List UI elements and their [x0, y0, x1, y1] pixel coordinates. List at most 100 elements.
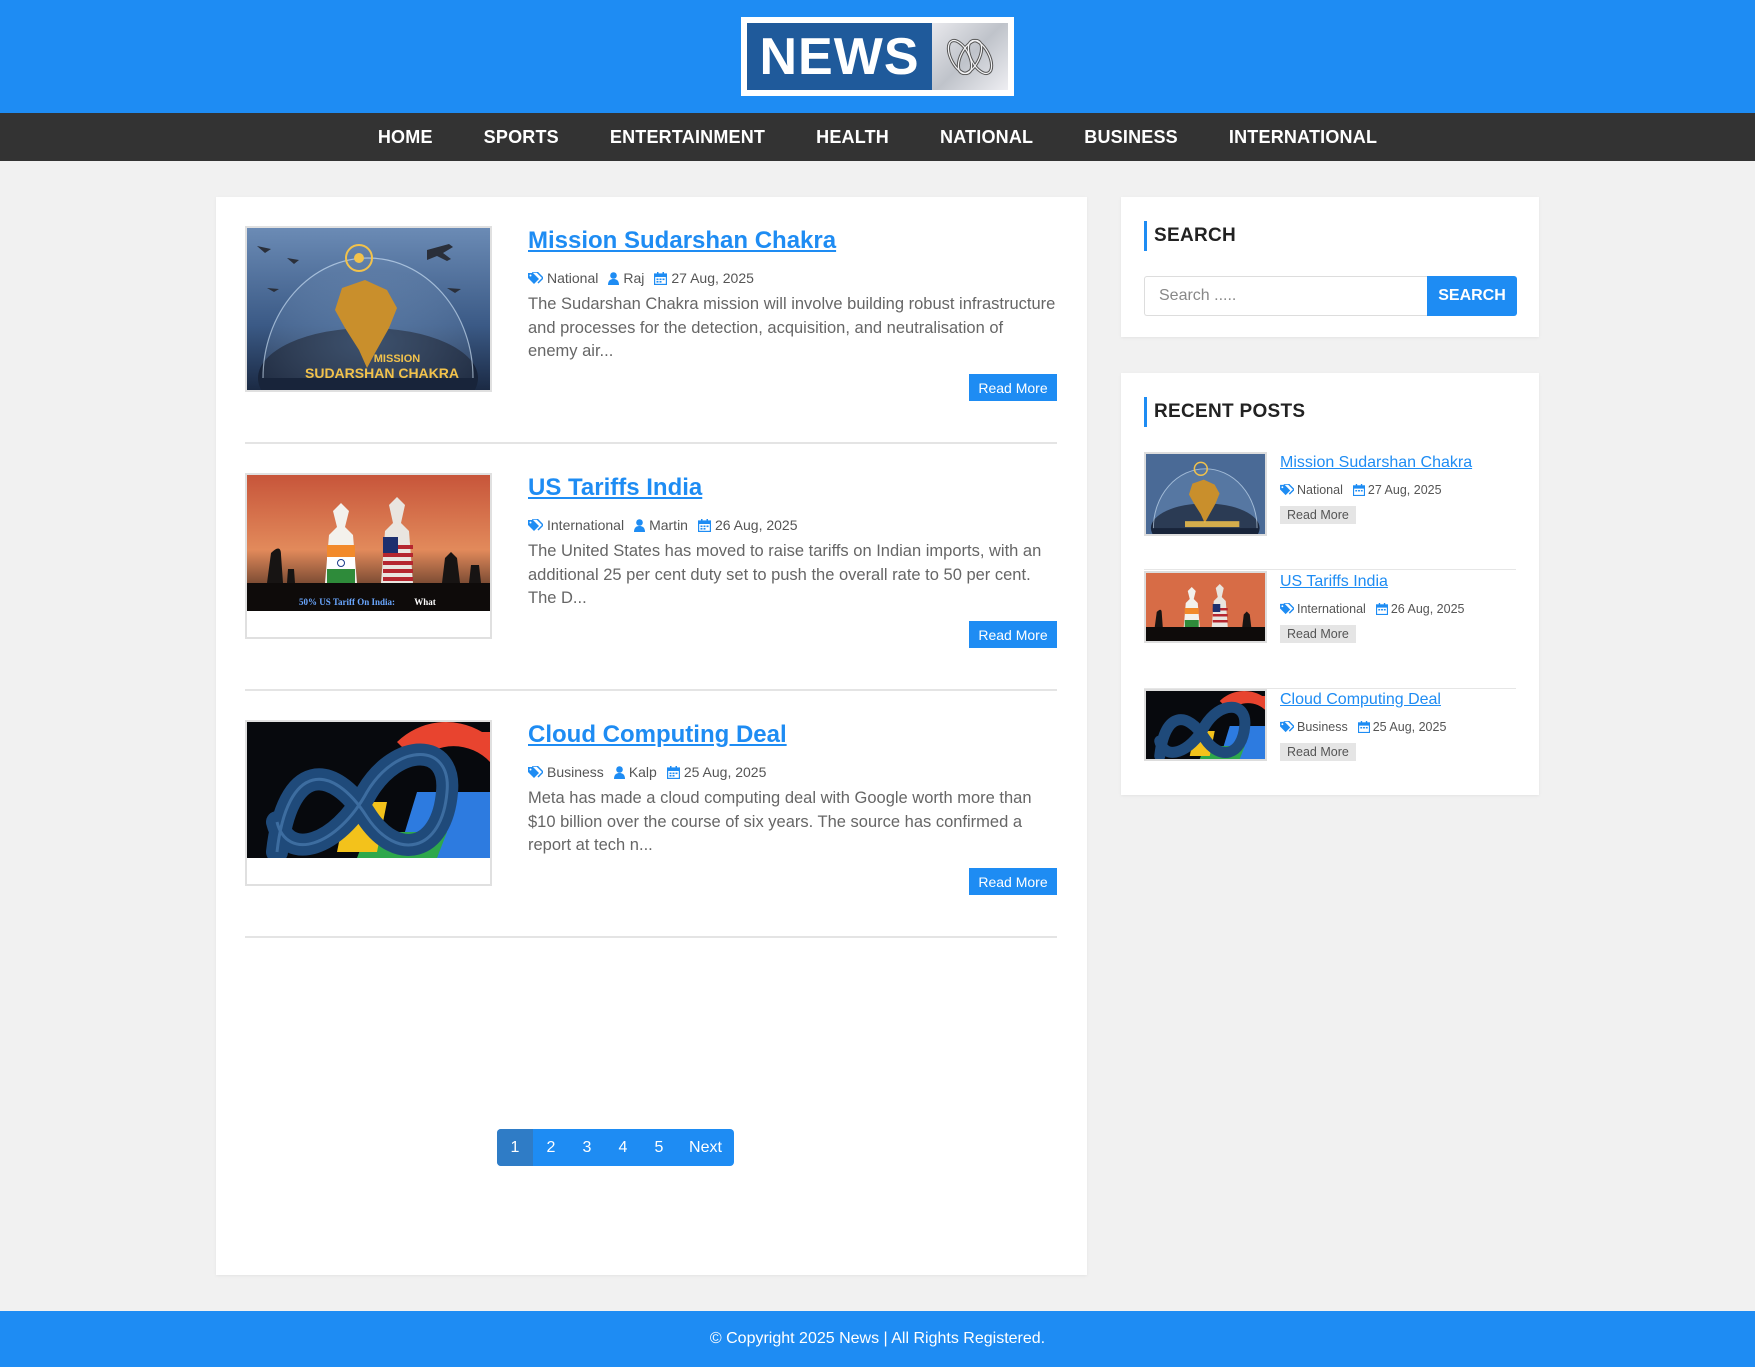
widget-title: SEARCH [1144, 221, 1236, 251]
calendar-icon [654, 271, 668, 285]
post-title[interactable]: US Tariffs India [528, 473, 1057, 503]
recent-post-thumbnail[interactable] [1144, 571, 1267, 643]
post-thumbnail[interactable]: MISSION SUDARSHAN CHAKRA [245, 226, 492, 392]
post-body: US Tariffs India International Martin 26… [528, 473, 1057, 611]
recent-post-item: US Tariffs India International 26 Aug, 2… [1144, 571, 1516, 689]
recent-post-category-label: Business [1297, 719, 1348, 734]
recent-post-category[interactable]: National [1280, 483, 1343, 497]
user-icon [613, 765, 625, 779]
page-1-link[interactable]: 1 [497, 1129, 533, 1166]
recent-read-more-button[interactable]: Read More [1280, 625, 1356, 643]
recent-post-category[interactable]: Business [1280, 720, 1348, 734]
nav-business[interactable]: BUSINESS [1084, 127, 1178, 148]
post-category-label: International [547, 517, 625, 533]
tag-icon [1280, 602, 1294, 614]
post-category[interactable]: International [528, 517, 624, 533]
post-date: 25 Aug, 2025 [666, 764, 767, 780]
tag-icon [1280, 483, 1294, 495]
post-thumbnail[interactable]: 50% US Tariff On India: What [245, 473, 492, 639]
calendar-icon [1357, 720, 1370, 733]
nav-sports[interactable]: SPORTS [484, 127, 559, 148]
recent-posts-widget: RECENT POSTS Mission Sudarshan Chakra Na… [1121, 373, 1539, 795]
post-body: Cloud Computing Deal Business Kalp 25 Au… [528, 720, 1057, 858]
post-author-label: Kalp [628, 764, 657, 780]
site-header: NEWS [0, 0, 1755, 113]
post-meta: International Martin 26 Aug, 2025 [528, 516, 1057, 534]
user-icon [634, 518, 646, 532]
post-date-label: 27 Aug, 2025 [671, 270, 754, 286]
recent-read-more-button[interactable]: Read More [1280, 506, 1356, 524]
calendar-icon [666, 765, 680, 779]
calendar-icon [1352, 483, 1365, 496]
thumb-caption: 50% US Tariff On India: [299, 597, 395, 607]
post-meta: Business Kalp 25 Aug, 2025 [528, 763, 1057, 781]
recent-post-category-label: National [1297, 482, 1343, 497]
recent-post-body: US Tariffs India International 26 Aug, 2… [1280, 572, 1516, 643]
post-title[interactable]: Cloud Computing Deal [528, 720, 1057, 750]
main-nav: HOME SPORTS ENTERTAINMENT HEALTH NATIONA… [0, 113, 1755, 161]
post-author[interactable]: Raj [608, 270, 644, 286]
page-2-link[interactable]: 2 [533, 1129, 569, 1166]
post-list: MISSION SUDARSHAN CHAKRA Mission Sudarsh… [216, 197, 1087, 1275]
page-5-link[interactable]: 5 [641, 1129, 677, 1166]
post-item: 50% US Tariff On India: What US Tariffs … [245, 444, 1057, 691]
post-date-label: 25 Aug, 2025 [683, 764, 767, 780]
post-author[interactable]: Kalp [613, 764, 657, 780]
recent-post-title[interactable]: Mission Sudarshan Chakra [1280, 453, 1516, 473]
recent-post-category-label: International [1297, 601, 1366, 616]
nav-national[interactable]: NATIONAL [940, 127, 1033, 148]
nav-entertainment[interactable]: ENTERTAINMENT [610, 127, 765, 148]
recent-post-date-label: 25 Aug, 2025 [1372, 719, 1447, 734]
nav-international[interactable]: INTERNATIONAL [1229, 127, 1377, 148]
recent-read-more-button[interactable]: Read More [1280, 743, 1356, 761]
post-item: MISSION SUDARSHAN CHAKRA Mission Sudarsh… [245, 197, 1057, 444]
search-widget: SEARCH SEARCH [1121, 197, 1539, 337]
post-thumbnail[interactable] [245, 720, 492, 886]
next-page-link[interactable]: Next [677, 1129, 734, 1166]
nav-health[interactable]: HEALTH [816, 127, 889, 148]
read-more-button[interactable]: Read More [969, 374, 1057, 401]
post-author-label: Raj [623, 270, 645, 286]
site-footer: © Copyright 2025 News | All Rights Regis… [0, 1311, 1755, 1367]
logo-text: NEWS [747, 23, 932, 90]
nav-home[interactable]: HOME [378, 127, 433, 148]
tag-icon [528, 271, 543, 284]
widget-title: RECENT POSTS [1144, 397, 1305, 427]
post-category[interactable]: National [528, 270, 598, 286]
search-input[interactable] [1144, 276, 1428, 316]
recent-post-date: 26 Aug, 2025 [1375, 602, 1465, 616]
post-category-label: Business [547, 764, 604, 780]
post-body: Mission Sudarshan Chakra National Raj 27… [528, 226, 1057, 364]
recent-post-date-label: 27 Aug, 2025 [1367, 482, 1442, 497]
site-logo[interactable]: NEWS [741, 17, 1014, 96]
page-4-link[interactable]: 4 [605, 1129, 641, 1166]
search-button[interactable]: SEARCH [1427, 276, 1517, 316]
post-author-label: Martin [649, 517, 688, 533]
thumb-caption: MISSION [374, 353, 421, 365]
recent-post-body: Cloud Computing Deal Business 25 Aug, 20… [1280, 690, 1516, 761]
post-author[interactable]: Martin [634, 517, 688, 533]
recent-post-item: Cloud Computing Deal Business 25 Aug, 20… [1144, 689, 1516, 807]
post-title[interactable]: Mission Sudarshan Chakra [528, 226, 1057, 256]
post-category[interactable]: Business [528, 764, 604, 780]
post-excerpt: The United States has moved to raise tar… [528, 542, 1042, 607]
tag-icon [528, 765, 543, 778]
recent-post-thumbnail[interactable] [1144, 452, 1267, 536]
abc-logo-icon [932, 23, 1008, 90]
recent-post-date: 25 Aug, 2025 [1357, 719, 1447, 734]
recent-post-category[interactable]: International [1280, 602, 1366, 616]
recent-post-thumbnail[interactable] [1144, 689, 1267, 761]
post-date: 27 Aug, 2025 [654, 270, 754, 286]
page-3-link[interactable]: 3 [569, 1129, 605, 1166]
recent-post-item: Mission Sudarshan Chakra National 27 Aug… [1144, 452, 1516, 570]
read-more-button[interactable]: Read More [969, 868, 1057, 895]
tag-icon [528, 518, 543, 531]
thumb-caption: What [414, 597, 436, 607]
tag-icon [1280, 720, 1294, 732]
read-more-button[interactable]: Read More [969, 621, 1057, 648]
recent-post-title[interactable]: Cloud Computing Deal [1280, 690, 1516, 710]
recent-post-body: Mission Sudarshan Chakra National 27 Aug… [1280, 453, 1516, 524]
user-icon [608, 271, 620, 285]
recent-post-title[interactable]: US Tariffs India [1280, 572, 1516, 592]
calendar-icon [697, 518, 711, 532]
